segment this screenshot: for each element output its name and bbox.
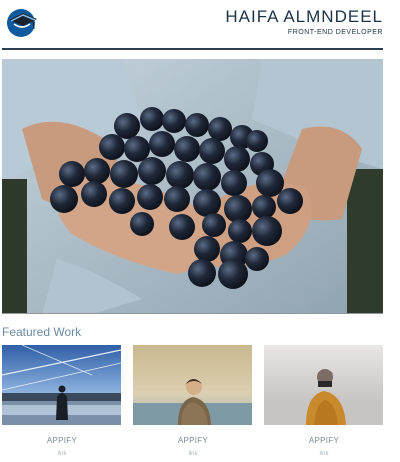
project-link[interactable]: link (2, 451, 122, 457)
header-divider (2, 48, 383, 50)
site-header: HAIFA ALMNDEEL FRONT-END DEVELOPER (0, 0, 400, 48)
project-thumbnail[interactable] (2, 345, 121, 425)
project-title: APPIFY (308, 436, 340, 445)
hero-image (2, 59, 383, 314)
project-title: APPIFY (46, 436, 78, 445)
project-thumbnail[interactable] (133, 345, 252, 425)
project-title: APPIFY (177, 436, 209, 445)
project-card[interactable]: APPIFY link (133, 345, 253, 457)
project-link[interactable]: link (133, 451, 253, 457)
brand-role: FRONT-END DEVELOPER (287, 29, 383, 36)
project-card[interactable]: APPIFY link (2, 345, 122, 457)
brand-name: HAIFA ALMNDEEL (225, 7, 383, 26)
project-card[interactable]: APPIFY link (264, 345, 384, 457)
featured-work-heading: Featured Work (2, 325, 82, 339)
project-thumbnail[interactable] (264, 345, 383, 425)
udacity-logo-icon[interactable] (5, 7, 39, 37)
project-link[interactable]: link (264, 451, 384, 457)
